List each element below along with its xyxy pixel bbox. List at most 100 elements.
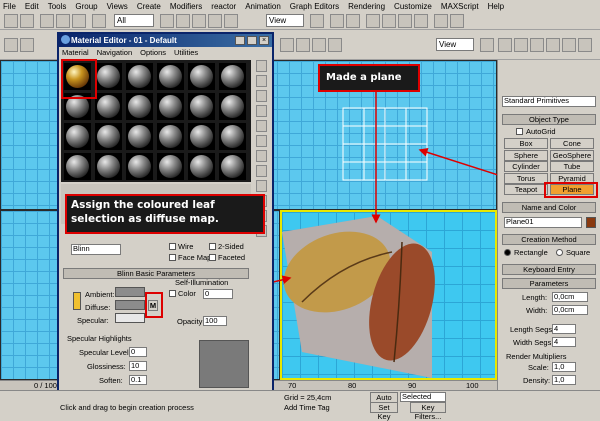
wire-checkbox[interactable] [169,243,176,250]
menu-item[interactable]: MAXScript [441,2,479,11]
material-editor-icon[interactable] [414,14,428,28]
bind-icon[interactable] [72,14,86,28]
reference-coord-dropdown[interactable]: View [266,14,304,27]
specular-swatch[interactable] [115,313,145,323]
utilities-tab-icon[interactable] [578,38,592,52]
angle-snap-icon[interactable] [20,38,34,52]
color-checkbox[interactable] [169,290,176,297]
undo-icon[interactable] [4,14,18,28]
add-time-tag[interactable]: Add Time Tag [284,403,330,412]
menu-item[interactable]: Create [137,2,161,11]
length-segs-field[interactable]: 4 [552,324,576,334]
material-tool-icon[interactable] [256,135,267,147]
primitive-button-torus[interactable]: Torus [504,172,548,184]
lock-ambient-diffuse-icon[interactable] [73,292,81,310]
two-sided-checkbox[interactable] [209,243,216,250]
menu-item[interactable]: Help [488,2,504,11]
material-slot[interactable] [188,63,215,90]
rotate-icon[interactable] [208,14,222,28]
parameters-header[interactable]: Parameters [502,278,596,289]
material-tool-icon[interactable] [256,120,267,132]
density-field[interactable]: 1,0 [552,375,576,385]
menu-item[interactable]: Customize [394,2,432,11]
material-slot[interactable] [219,93,246,120]
named-selection-icon[interactable] [312,38,326,52]
primitive-button-teapot[interactable]: Teapot [504,184,548,195]
selection-filter-dropdown[interactable]: All [114,14,154,27]
material-slot[interactable] [95,93,122,120]
primitive-button-cone[interactable]: Cone [550,138,594,149]
material-slot[interactable] [95,123,122,150]
curve-editor-icon[interactable] [382,14,396,28]
snap-icon[interactable] [4,38,18,52]
faceted-checkbox[interactable] [209,254,216,261]
menu-item[interactable]: Group [75,2,97,11]
move-icon[interactable] [192,14,206,28]
object-type-header[interactable]: Object Type [502,114,596,125]
material-slot[interactable] [188,123,215,150]
material-slot[interactable] [64,153,91,180]
key-filters-button[interactable]: Key Filters... [410,402,446,421]
material-menu-item[interactable]: Options [140,47,166,58]
width-segs-field[interactable]: 4 [552,337,576,347]
spec-level-field[interactable]: 0 [129,347,147,357]
selected-dropdown[interactable]: Selected [400,392,446,402]
width-field[interactable]: 0,0cm [552,305,588,315]
shader-dropdown[interactable]: Blinn [71,244,121,255]
align-icon[interactable] [346,14,360,28]
select-icon[interactable] [92,14,106,28]
material-slot[interactable] [95,153,122,180]
render-scene-icon[interactable] [434,14,448,28]
material-slot[interactable] [188,153,215,180]
material-slot[interactable] [219,123,246,150]
name-color-header[interactable]: Name and Color [502,202,596,213]
modify-tab-icon[interactable] [514,38,528,52]
material-slot[interactable] [126,123,153,150]
maximize-icon[interactable] [247,36,257,45]
square-radio[interactable] [556,249,563,256]
material-menu-item[interactable]: Navigation [97,47,132,58]
material-tool-icon[interactable] [256,75,267,87]
view-dropdown[interactable]: View [436,38,474,51]
spinner-snap-icon[interactable] [296,38,310,52]
display-tab-icon[interactable] [562,38,576,52]
primitive-button-geosphere[interactable]: GeoSphere [550,149,594,161]
set-key-button[interactable]: Set Key [370,402,398,421]
scale-icon[interactable] [224,14,238,28]
ambient-swatch[interactable] [115,287,145,297]
unlink-icon[interactable] [56,14,70,28]
length-field[interactable]: 0,0cm [552,292,588,302]
primitive-button-tube[interactable]: Tube [550,161,594,172]
scale-field[interactable]: 1,0 [552,362,576,372]
material-menu-item[interactable]: Utilities [174,47,198,58]
percent-snap-icon[interactable] [280,38,294,52]
autogrid-checkbox[interactable] [516,128,523,135]
create-tab-icon[interactable] [498,38,512,52]
material-slot[interactable] [157,153,184,180]
schematic-icon[interactable] [398,14,412,28]
material-tool-icon[interactable] [256,90,267,102]
diffuse-swatch[interactable] [115,300,145,310]
primitive-type-dropdown[interactable]: Standard Primitives [502,96,596,107]
menu-item[interactable]: Views [107,2,128,11]
mirror-icon[interactable] [330,14,344,28]
close-icon[interactable]: × [259,36,269,45]
material-tool-icon[interactable] [256,165,267,177]
material-tool-icon[interactable] [256,150,267,162]
layer-icon[interactable] [366,14,380,28]
select-by-name-icon[interactable] [176,14,190,28]
menu-item[interactable]: File [3,2,16,11]
material-slot[interactable] [126,93,153,120]
link-icon[interactable] [40,14,54,28]
soften-field[interactable]: 0.1 [129,375,147,385]
material-slot[interactable] [188,93,215,120]
menu-item[interactable]: Edit [25,2,39,11]
material-tool-icon[interactable] [256,105,267,117]
pivot-icon[interactable] [310,14,324,28]
minimize-icon[interactable] [235,36,245,45]
mirror2-icon[interactable] [328,38,342,52]
menu-item[interactable]: Rendering [348,2,385,11]
material-slot[interactable] [126,153,153,180]
menu-item[interactable]: Animation [245,2,281,11]
opacity-field[interactable]: 100 [203,316,227,326]
